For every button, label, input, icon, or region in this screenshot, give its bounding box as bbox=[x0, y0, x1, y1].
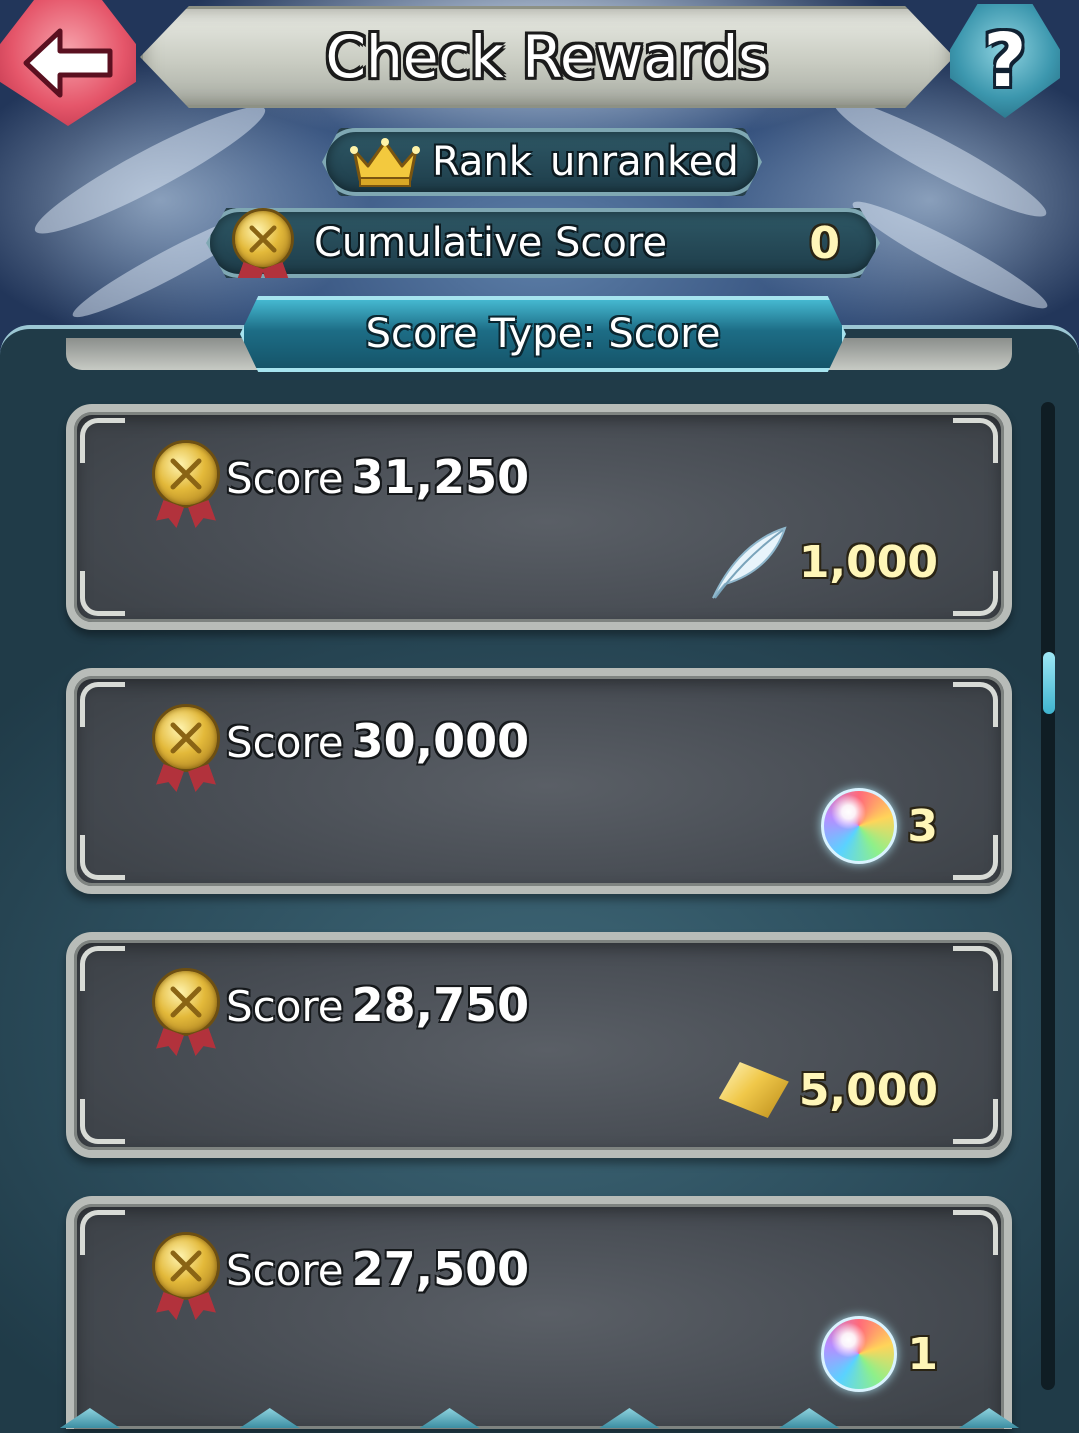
page-title: Check Rewards bbox=[325, 23, 769, 91]
score-threshold: Score 31,250 bbox=[226, 450, 529, 504]
score-value: 28,750 bbox=[351, 978, 530, 1032]
reward-amount: 3 bbox=[907, 800, 938, 852]
back-arrow-icon bbox=[23, 28, 113, 98]
title-plate: Check Rewards bbox=[140, 6, 954, 108]
orb-icon bbox=[821, 1316, 898, 1392]
score-threshold: Score 30,000 bbox=[226, 714, 529, 768]
scrollbar-thumb[interactable] bbox=[1043, 652, 1055, 714]
score-threshold: Score 28,750 bbox=[226, 978, 529, 1032]
medal-icon bbox=[232, 208, 294, 270]
cumulative-score-bar: Cumulative Score 0 bbox=[206, 208, 880, 278]
medal-icon bbox=[152, 968, 220, 1036]
bottom-nav-hints bbox=[0, 1408, 1079, 1429]
rank-label: Rank bbox=[432, 139, 532, 185]
orb-icon bbox=[821, 788, 898, 864]
score-label: Score bbox=[226, 1246, 344, 1295]
reward-item: 3 bbox=[821, 786, 938, 866]
medal-icon bbox=[152, 704, 220, 772]
reward-card: Score 27,500 1 bbox=[66, 1196, 1012, 1429]
rank-bar: Rank unranked bbox=[322, 128, 762, 196]
reward-item: 1 bbox=[821, 1314, 938, 1394]
crystal-icon bbox=[718, 1062, 789, 1118]
scrollbar-track[interactable] bbox=[1041, 402, 1055, 1390]
cumulative-score-value: 0 bbox=[809, 217, 840, 269]
score-type-label: Score Type: Score bbox=[365, 311, 721, 357]
score-threshold: Score 27,500 bbox=[226, 1242, 529, 1296]
score-value: 27,500 bbox=[351, 1242, 530, 1296]
reward-card: Score 31,250 1,000 bbox=[66, 404, 1012, 630]
reward-amount: 1,000 bbox=[798, 536, 938, 588]
medal-icon bbox=[152, 440, 220, 508]
score-label: Score bbox=[226, 454, 344, 503]
help-icon: ? bbox=[983, 18, 1027, 104]
reward-item: 5,000 bbox=[718, 1050, 938, 1130]
score-label: Score bbox=[226, 718, 344, 767]
reward-card: Score 28,750 5,000 bbox=[66, 932, 1012, 1158]
crown-icon bbox=[350, 138, 420, 187]
reward-amount: 1 bbox=[907, 1328, 938, 1380]
medal-icon bbox=[152, 1232, 220, 1300]
score-type-tab[interactable]: Score Type: Score bbox=[240, 296, 846, 372]
score-value: 31,250 bbox=[351, 450, 530, 504]
rank-value: unranked bbox=[549, 139, 739, 185]
score-label: Score bbox=[226, 982, 344, 1031]
reward-amount: 5,000 bbox=[798, 1064, 938, 1116]
reward-item: 1,000 bbox=[707, 522, 938, 602]
cumulative-score-label: Cumulative Score bbox=[314, 220, 668, 266]
feather-icon bbox=[711, 526, 787, 599]
reward-card: Score 30,000 3 bbox=[66, 668, 1012, 894]
score-value: 30,000 bbox=[351, 714, 530, 768]
